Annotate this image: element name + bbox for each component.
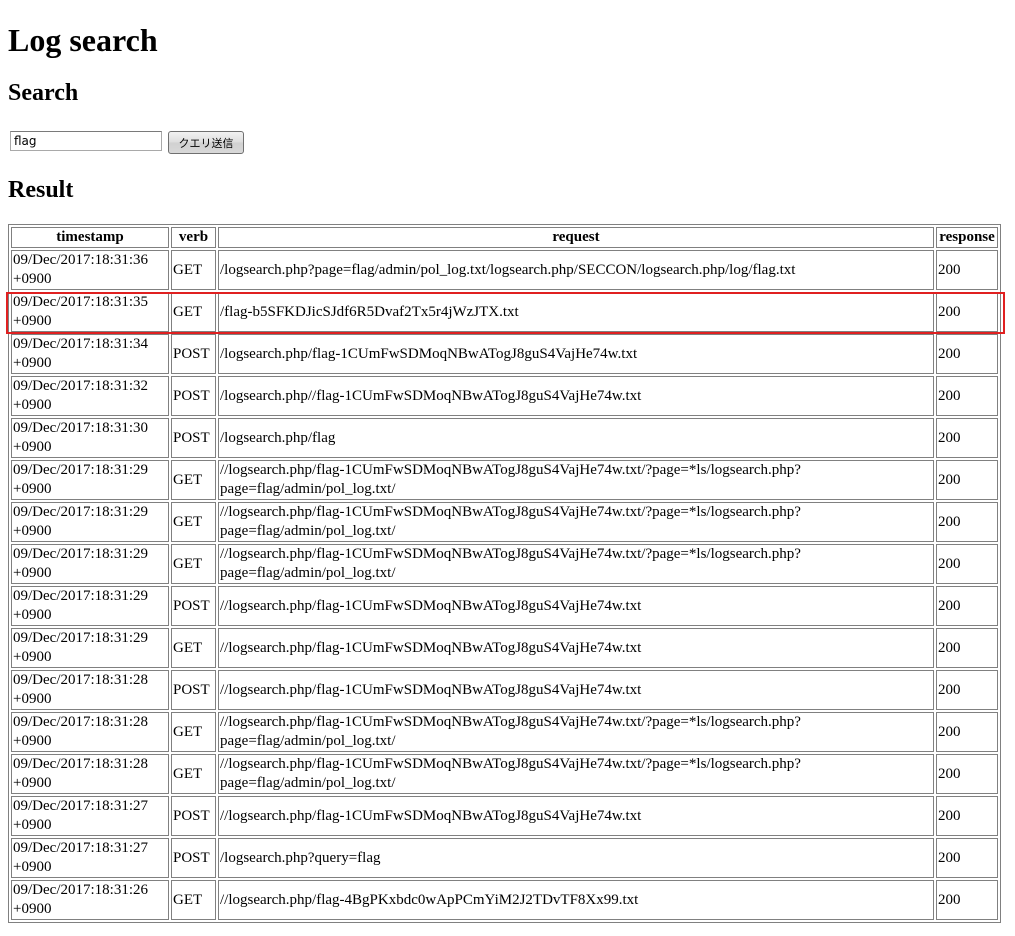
- cell-response: 200: [936, 880, 998, 920]
- table-row: 09/Dec/2017:18:31:34 +0900 POST/logsearch…: [11, 334, 998, 374]
- table-row: 09/Dec/2017:18:31:29 +0900 GET//logsearch…: [11, 628, 998, 668]
- cell-response: 200: [936, 544, 998, 584]
- table-row: 09/Dec/2017:18:31:28 +0900 POST//logsearc…: [11, 670, 998, 710]
- cell-timestamp: 09/Dec/2017:18:31:35 +0900: [11, 292, 169, 332]
- cell-timestamp: 09/Dec/2017:18:31:28 +0900: [11, 670, 169, 710]
- cell-verb: POST: [171, 670, 216, 710]
- cell-request: //logsearch.php/flag-1CUmFwSDMoqNBwATogJ…: [218, 670, 934, 710]
- cell-response: 200: [936, 628, 998, 668]
- cell-timestamp: 09/Dec/2017:18:31:29 +0900: [11, 544, 169, 584]
- table-row: 09/Dec/2017:18:31:28 +0900 GET//logsearch…: [11, 712, 998, 752]
- submit-query-button[interactable]: クエリ送信: [168, 131, 244, 154]
- cell-response: 200: [936, 292, 998, 332]
- cell-response: 200: [936, 838, 998, 878]
- cell-timestamp: 09/Dec/2017:18:31:29 +0900: [11, 586, 169, 626]
- page-title: Log search: [8, 22, 158, 58]
- cell-request: //logsearch.php/flag-1CUmFwSDMoqNBwATogJ…: [218, 460, 934, 500]
- cell-request: /logsearch.php/flag: [218, 418, 934, 458]
- cell-request: /logsearch.php/flag-1CUmFwSDMoqNBwATogJ8…: [218, 334, 934, 374]
- cell-timestamp: 09/Dec/2017:18:31:36 +0900: [11, 250, 169, 290]
- cell-timestamp: 09/Dec/2017:18:31:27 +0900: [11, 838, 169, 878]
- cell-verb: POST: [171, 586, 216, 626]
- table-row: 09/Dec/2017:18:31:29 +0900 POST//logsearc…: [11, 586, 998, 626]
- table-row: 09/Dec/2017:18:31:27 +0900 POST/logsearch…: [11, 838, 998, 878]
- cell-verb: GET: [171, 292, 216, 332]
- cell-timestamp: 09/Dec/2017:18:31:34 +0900: [11, 334, 169, 374]
- cell-request: /flag-b5SFKDJicSJdf6R5Dvaf2Tx5r4jWzJTX.t…: [218, 292, 934, 332]
- cell-response: 200: [936, 502, 998, 542]
- cell-verb: GET: [171, 880, 216, 920]
- result-heading: Result: [8, 177, 74, 203]
- cell-timestamp: 09/Dec/2017:18:31:26 +0900: [11, 880, 169, 920]
- table-row: 09/Dec/2017:18:31:35 +0900 GET/flag-b5SFK…: [11, 292, 998, 332]
- cell-verb: POST: [171, 838, 216, 878]
- table-row: 09/Dec/2017:18:31:36 +0900 GET/logsearch.…: [11, 250, 998, 290]
- cell-response: 200: [936, 796, 998, 836]
- cell-request: //logsearch.php/flag-1CUmFwSDMoqNBwATogJ…: [218, 544, 934, 584]
- cell-timestamp: 09/Dec/2017:18:31:28 +0900: [11, 754, 169, 794]
- cell-response: 200: [936, 334, 998, 374]
- cell-timestamp: 09/Dec/2017:18:31:29 +0900: [11, 502, 169, 542]
- table-row: 09/Dec/2017:18:31:30 +0900 POST/logsearch…: [11, 418, 998, 458]
- cell-request: /logsearch.php//flag-1CUmFwSDMoqNBwATogJ…: [218, 376, 934, 416]
- table-row: 09/Dec/2017:18:31:29 +0900 GET//logsearch…: [11, 502, 998, 542]
- cell-verb: GET: [171, 628, 216, 668]
- table-row: 09/Dec/2017:18:31:26 +0900 GET//logsearch…: [11, 880, 998, 920]
- search-input[interactable]: [10, 131, 162, 151]
- cell-timestamp: 09/Dec/2017:18:31:30 +0900: [11, 418, 169, 458]
- cell-verb: POST: [171, 796, 216, 836]
- cell-request: /logsearch.php?page=flag/admin/pol_log.t…: [218, 250, 934, 290]
- cell-verb: GET: [171, 754, 216, 794]
- cell-timestamp: 09/Dec/2017:18:31:28 +0900: [11, 712, 169, 752]
- cell-response: 200: [936, 418, 998, 458]
- cell-verb: GET: [171, 544, 216, 584]
- cell-timestamp: 09/Dec/2017:18:31:29 +0900: [11, 460, 169, 500]
- cell-response: 200: [936, 250, 998, 290]
- table-row: 09/Dec/2017:18:31:32 +0900 POST/logsearch…: [11, 376, 998, 416]
- cell-request: //logsearch.php/flag-1CUmFwSDMoqNBwATogJ…: [218, 754, 934, 794]
- cell-request: /logsearch.php?query=flag: [218, 838, 934, 878]
- cell-verb: GET: [171, 460, 216, 500]
- cell-verb: POST: [171, 334, 216, 374]
- cell-response: 200: [936, 712, 998, 752]
- cell-response: 200: [936, 754, 998, 794]
- cell-response: 200: [936, 586, 998, 626]
- search-heading: Search: [8, 80, 79, 106]
- cell-request: //logsearch.php/flag-1CUmFwSDMoqNBwATogJ…: [218, 796, 934, 836]
- cell-response: 200: [936, 670, 998, 710]
- table-row: 09/Dec/2017:18:31:27 +0900 POST//logsearc…: [11, 796, 998, 836]
- header-timestamp: timestamp: [11, 227, 169, 248]
- cell-verb: GET: [171, 502, 216, 542]
- header-request: request: [218, 227, 934, 248]
- cell-request: //logsearch.php/flag-1CUmFwSDMoqNBwATogJ…: [218, 628, 934, 668]
- cell-response: 200: [936, 376, 998, 416]
- cell-response: 200: [936, 460, 998, 500]
- cell-timestamp: 09/Dec/2017:18:31:29 +0900: [11, 628, 169, 668]
- cell-verb: GET: [171, 712, 216, 752]
- header-row: timestamp verb request response: [11, 227, 998, 248]
- cell-request: //logsearch.php/flag-1CUmFwSDMoqNBwATogJ…: [218, 712, 934, 752]
- header-response: response: [936, 227, 998, 248]
- cell-verb: GET: [171, 250, 216, 290]
- cell-timestamp: 09/Dec/2017:18:31:27 +0900: [11, 796, 169, 836]
- cell-verb: POST: [171, 418, 216, 458]
- header-verb: verb: [171, 227, 216, 248]
- cell-verb: POST: [171, 376, 216, 416]
- table-row: 09/Dec/2017:18:31:29 +0900 GET//logsearch…: [11, 544, 998, 584]
- table-row: 09/Dec/2017:18:31:28 +0900 GET//logsearch…: [11, 754, 998, 794]
- cell-request: //logsearch.php/flag-1CUmFwSDMoqNBwATogJ…: [218, 502, 934, 542]
- table-row: 09/Dec/2017:18:31:29 +0900 GET//logsearch…: [11, 460, 998, 500]
- cell-timestamp: 09/Dec/2017:18:31:32 +0900: [11, 376, 169, 416]
- cell-request: //logsearch.php/flag-4BgPKxbdc0wApPCmYiM…: [218, 880, 934, 920]
- cell-request: //logsearch.php/flag-1CUmFwSDMoqNBwATogJ…: [218, 586, 934, 626]
- results-table: timestamp verb request response 09/Dec/2…: [8, 224, 1001, 923]
